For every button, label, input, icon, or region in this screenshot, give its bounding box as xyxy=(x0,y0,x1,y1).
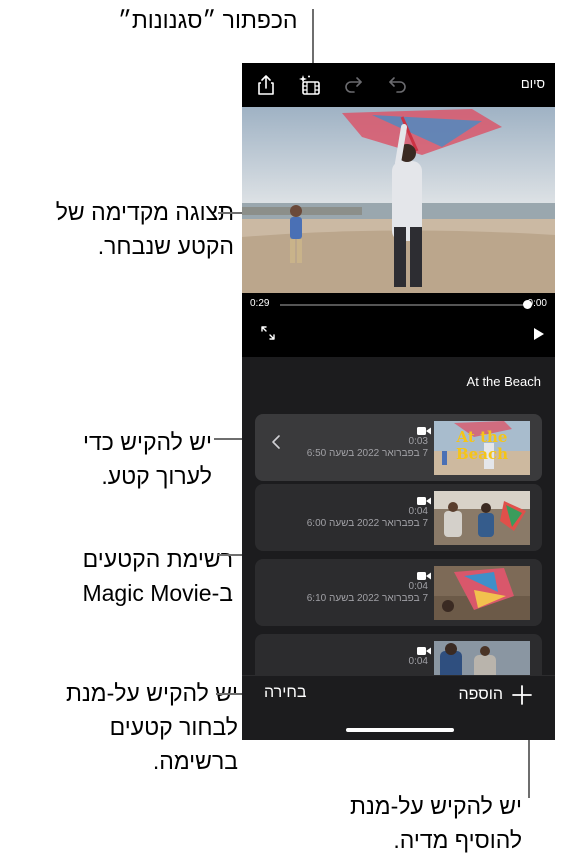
clip-duration: 0:04 xyxy=(408,506,428,517)
bottom-toolbar: בחירה הוספה xyxy=(242,675,555,740)
clip-item[interactable]: 0:03 7 בפברואר 2022 בשעה 6:50 At the Bea… xyxy=(255,414,542,481)
clip-thumbnail xyxy=(434,566,530,620)
callout-add-media: יש להקיש על-מנת להוסיף מדיה. xyxy=(349,793,522,853)
player-controls: 0:29 0:00 xyxy=(242,293,555,357)
redo-icon[interactable] xyxy=(342,73,366,97)
share-icon[interactable] xyxy=(254,73,278,97)
callout-select: יש להקיש על-מנת לבחור קטעים ברשימה. xyxy=(65,680,238,774)
add-media-button[interactable]: הוספה xyxy=(443,680,543,710)
elapsed-time: 0:00 xyxy=(527,298,547,309)
video-camera-icon xyxy=(417,572,431,580)
clip-thumbnail xyxy=(434,491,530,545)
phone-screen: סיום 0:29 0:00 At the Beach 0:03 7 בפברו… xyxy=(242,63,555,740)
thumbnail-image xyxy=(434,566,530,620)
remaining-time: 0:29 xyxy=(250,298,270,309)
callout-preview: תצוגה מקדימה של הקטע שנבחר. xyxy=(55,199,234,259)
video-camera-icon xyxy=(417,427,431,435)
clip-thumbnail: At the Beach xyxy=(434,421,530,475)
scrubber-track[interactable] xyxy=(280,304,523,306)
leader-line-styles xyxy=(312,9,314,71)
add-media-label: הוספה xyxy=(458,686,503,703)
plus-icon xyxy=(512,685,532,705)
callout-clip-list: רשימת הקטעים ב-Magic Movie xyxy=(82,546,233,606)
chevron-left-icon[interactable] xyxy=(271,434,281,450)
clip-preview[interactable] xyxy=(242,107,555,293)
thumbnail-title: At the Beach xyxy=(456,428,508,463)
preview-image xyxy=(242,107,555,293)
video-camera-icon xyxy=(417,647,431,655)
done-button[interactable]: סיום xyxy=(521,76,545,91)
callout-edit-clip: יש להקיש כדי לערוך קטע. xyxy=(83,429,212,489)
clip-item[interactable]: 0:04 7 בפברואר 2022 בשעה 6:10 xyxy=(255,559,542,626)
clip-date: 7 בפברואר 2022 בשעה 6:50 xyxy=(306,448,428,459)
clip-duration: 0:03 xyxy=(408,436,428,447)
video-camera-icon xyxy=(417,497,431,505)
undo-icon[interactable] xyxy=(385,73,409,97)
styles-icon[interactable] xyxy=(298,73,322,97)
top-toolbar: סיום xyxy=(242,63,555,107)
select-button[interactable]: בחירה xyxy=(264,684,306,702)
callout-styles-button: הכפתור ״סגנונות״ xyxy=(118,7,298,33)
clip-date: 7 בפברואר 2022 בשעה 6:10 xyxy=(306,593,428,604)
play-icon[interactable] xyxy=(533,327,545,341)
clip-duration: 0:04 xyxy=(408,581,428,592)
leader-line-preview xyxy=(218,212,244,214)
clip-item[interactable]: 0:04 7 בפברואר 2022 בשעה 6:00 xyxy=(255,484,542,551)
clip-duration: 0:04 xyxy=(408,656,428,667)
fullscreen-icon[interactable] xyxy=(260,325,276,341)
clip-date: 7 בפברואר 2022 בשעה 6:00 xyxy=(306,518,428,529)
project-title: At the Beach xyxy=(466,374,541,389)
home-indicator xyxy=(346,728,454,732)
thumbnail-image xyxy=(434,491,530,545)
